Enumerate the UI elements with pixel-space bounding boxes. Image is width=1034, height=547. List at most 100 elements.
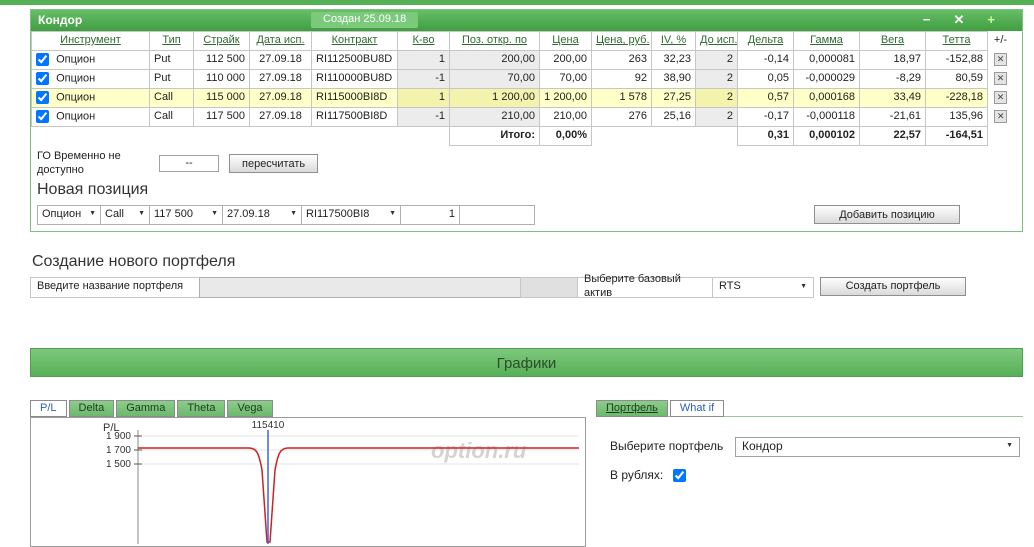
cell-iv: 32,23 — [651, 49, 696, 70]
col-header-price-rub[interactable]: Цена, руб. — [596, 34, 650, 46]
position-checkbox[interactable] — [36, 52, 49, 66]
totals-price-pct: 0,00% — [539, 126, 592, 147]
cell-open-pos: 200,00 — [449, 49, 540, 70]
new-position-row: Опцион ▼ Call ▼ 117 500 ▼ 27.09.18 ▼ RI1… — [37, 204, 1016, 225]
cell-delta: -0,17 — [737, 107, 794, 128]
add-icon[interactable]: + — [987, 12, 995, 28]
tab-theta[interactable]: Theta — [177, 399, 226, 417]
col-header-plusminus: +/- — [993, 34, 1008, 46]
add-position-button[interactable]: Добавить позицию — [814, 205, 960, 225]
cell-delete: ✕ — [988, 89, 1014, 108]
cell-instrument: Опцион — [31, 68, 150, 90]
cell-gamma: 0,000081 — [793, 49, 860, 70]
delete-position-icon[interactable]: ✕ — [994, 110, 1008, 124]
instrument-label: Опцион — [56, 91, 96, 104]
top-accent-strip — [0, 0, 1034, 5]
go-label: ГО Временно не доступно — [37, 150, 121, 176]
new-position-title: Новая позиция — [37, 180, 149, 198]
cell-open-pos: 70,00 — [449, 68, 540, 90]
pl-chart-svg: option.ru P/L 115410 1 900 1 700 1 500 — [103, 420, 579, 544]
cell-theta: 135,96 — [925, 107, 988, 128]
position-checkbox[interactable] — [36, 110, 49, 124]
cell-iv: 25,16 — [651, 107, 696, 128]
col-header-open-pos[interactable]: Поз. откр. по — [462, 34, 527, 46]
cell-type: Call — [149, 88, 194, 109]
cell-strike: 117 500 — [193, 107, 250, 128]
cell-contract: RI110000BU8D — [311, 68, 398, 90]
delete-position-icon[interactable]: ✕ — [994, 91, 1007, 105]
chart-panel: P/L Delta Gamma Theta Vega option.ru P/L… — [30, 399, 586, 547]
cell-iv: 38,90 — [651, 68, 696, 90]
tab-delta[interactable]: Delta — [68, 399, 115, 417]
col-header-iv[interactable]: IV, % — [661, 34, 686, 46]
cell-theta: 80,59 — [925, 68, 988, 90]
cell-open-pos: 210,00 — [449, 107, 540, 128]
col-header-theta[interactable]: Тетта — [943, 34, 971, 46]
positions-table: Инструмент Тип Страйк Дата исп. Контракт… — [31, 31, 1014, 147]
cell-price: 70,00 — [539, 68, 592, 90]
base-asset-select[interactable]: RTS ▼ — [712, 276, 814, 298]
position-checkbox[interactable] — [36, 71, 49, 85]
cell-contract: RI117500BI8D — [311, 107, 398, 128]
y-tick-label: 1 700 — [106, 445, 131, 456]
cell-price: 210,00 — [539, 107, 592, 128]
col-header-delta[interactable]: Дельта — [748, 34, 784, 46]
close-icon[interactable]: ✕ — [954, 12, 965, 28]
col-header-contract[interactable]: Контракт — [332, 34, 378, 46]
create-portfolio-title: Создание нового портфеля — [32, 252, 236, 270]
cell-price-rub: 276 — [591, 107, 652, 128]
totals-gamma: 0,000102 — [793, 126, 860, 147]
rubles-checkbox[interactable] — [673, 468, 687, 482]
totals-vega: 22,57 — [859, 126, 926, 147]
col-header-price[interactable]: Цена — [552, 34, 578, 46]
cell-qty: -1 — [397, 107, 450, 128]
option-type-select[interactable]: Call ▼ — [100, 204, 150, 225]
position-checkbox[interactable] — [36, 91, 49, 105]
tab-pl[interactable]: P/L — [30, 399, 67, 417]
portfolio-panel: Кондор Создан 25.09.18 − ✕ + Инструмент … — [30, 9, 1023, 232]
col-header-instrument[interactable]: Инструмент — [60, 34, 121, 46]
col-header-exp-date[interactable]: Дата исп. — [256, 34, 304, 46]
base-asset-select-value: RTS — [719, 280, 741, 293]
tab-vega[interactable]: Vega — [227, 399, 273, 417]
instrument-label: Опцион — [56, 110, 96, 123]
col-header-qty[interactable]: К-во — [413, 34, 435, 46]
cell-strike: 110 000 — [193, 68, 250, 90]
col-header-type[interactable]: Тип — [162, 34, 180, 46]
col-header-gamma[interactable]: Гамма — [810, 34, 843, 46]
create-portfolio-button[interactable]: Создать портфель — [820, 276, 966, 296]
instrument-select[interactable]: Опцион ▼ — [37, 204, 101, 225]
portfolio-panel-tabs: Портфель What if — [596, 399, 1023, 417]
recalculate-button[interactable]: пересчитать — [229, 154, 319, 174]
portfolio-name-label: Введите название портфеля — [30, 276, 200, 298]
cell-type: Call — [149, 107, 194, 128]
col-header-vega[interactable]: Вега — [881, 34, 904, 46]
bottom-area: P/L Delta Gamma Theta Vega option.ru P/L… — [30, 399, 1023, 547]
strike-select[interactable]: 117 500 ▼ — [149, 204, 223, 225]
col-header-days[interactable]: До исп. — [700, 34, 737, 46]
strike-select-value: 117 500 — [154, 207, 193, 220]
minimize-icon[interactable]: − — [923, 12, 931, 28]
tab-portfolio[interactable]: Портфель — [596, 399, 668, 417]
tab-what-if[interactable]: What if — [669, 399, 725, 417]
portfolio-select-value: Кондор — [742, 439, 783, 454]
spacer-cell — [520, 276, 578, 298]
quantity-input[interactable]: 1 — [400, 204, 460, 225]
portfolio-name-input[interactable] — [199, 276, 521, 298]
chart-tabs: P/L Delta Gamma Theta Vega — [30, 399, 586, 417]
portfolio-select[interactable]: Кондор ▼ — [735, 436, 1020, 457]
portfolio-side-panel: Портфель What if Выберите портфель Кондо… — [596, 399, 1023, 547]
exp-date-select[interactable]: 27.09.18 ▼ — [222, 204, 302, 225]
cell-type: Put — [149, 68, 194, 90]
cell-vega: -8,29 — [859, 68, 926, 90]
cell-contract: RI112500BU8D — [311, 49, 398, 70]
watermark: option.ru — [431, 438, 527, 463]
table-header-row: Инструмент Тип Страйк Дата исп. Контракт… — [31, 31, 1014, 51]
rubles-row: В рублях: — [610, 466, 1023, 485]
contract-select[interactable]: RI117500BI8 ▼ — [301, 204, 401, 225]
delete-position-icon[interactable]: ✕ — [994, 52, 1007, 66]
window-controls: − ✕ + — [923, 12, 1015, 28]
col-header-strike[interactable]: Страйк — [203, 34, 239, 46]
delete-position-icon[interactable]: ✕ — [994, 72, 1007, 86]
tab-gamma[interactable]: Gamma — [116, 399, 176, 417]
